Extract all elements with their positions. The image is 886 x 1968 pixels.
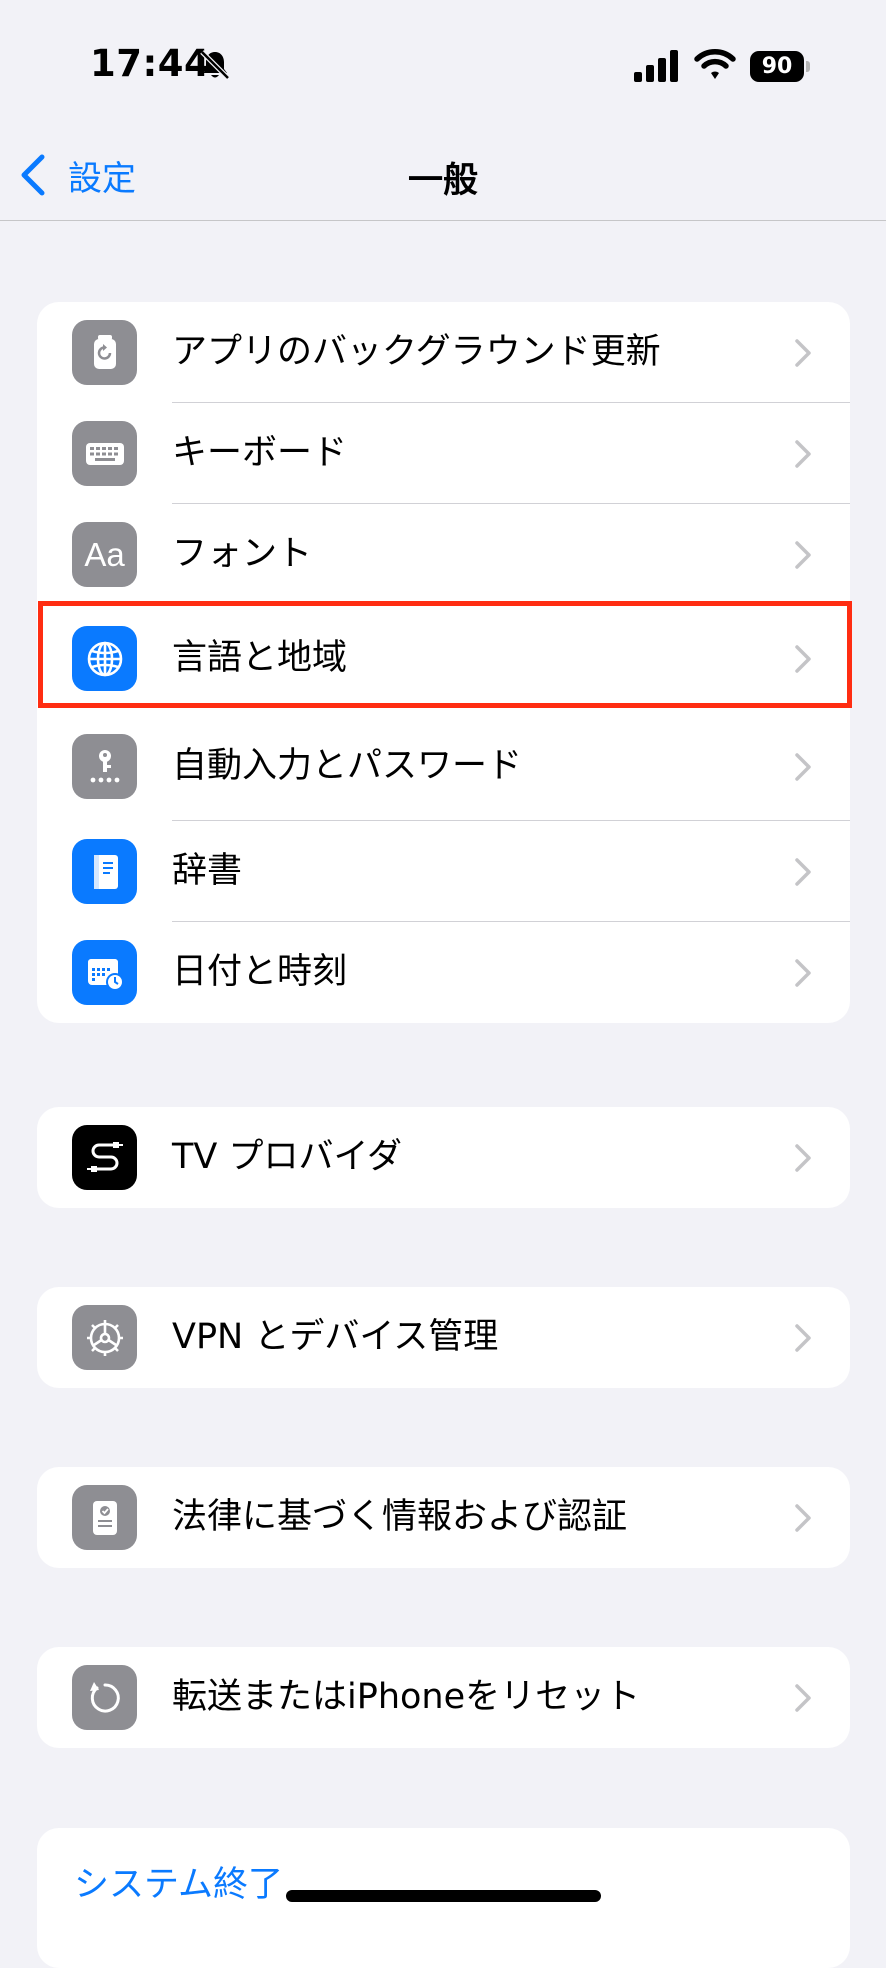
- chevron-right-icon: [795, 440, 811, 468]
- row-label: VPN とデバイス管理: [172, 1317, 499, 1357]
- row-label: 自動入力とパスワード: [172, 746, 523, 786]
- battery-level: 90: [750, 51, 804, 82]
- row-legal-regulatory[interactable]: 法律に基づく情報および認証: [37, 1467, 850, 1568]
- row-keyboard[interactable]: キーボード: [37, 403, 850, 504]
- battery-tip: [806, 61, 810, 72]
- shutdown-button[interactable]: システム終了: [74, 1856, 283, 1907]
- row-label: 転送またはiPhoneをリセット: [172, 1677, 641, 1717]
- globe-icon: [72, 626, 137, 691]
- row-fonts[interactable]: Aa フォント: [37, 504, 850, 605]
- chevron-right-icon: [795, 1504, 811, 1532]
- dictionary-book-icon: [72, 839, 137, 904]
- certificate-icon: [72, 1485, 137, 1550]
- row-transfer-reset-iphone[interactable]: 転送またはiPhoneをリセット: [37, 1647, 850, 1748]
- settings-group-reset: 転送またはiPhoneをリセット: [37, 1647, 850, 1748]
- row-label: キーボード: [172, 433, 348, 473]
- bell-slash-icon: [200, 50, 230, 80]
- row-label: 辞書: [172, 851, 243, 891]
- page-title: 一般: [407, 161, 478, 201]
- chevron-right-icon: [795, 1324, 811, 1352]
- row-label: TV プロバイダ: [172, 1137, 403, 1177]
- row-label: 法律に基づく情報および認証: [172, 1497, 628, 1537]
- navigation-bar: 設定 一般: [0, 130, 886, 221]
- row-date-time[interactable]: 日付と時刻: [37, 922, 850, 1023]
- gear-icon: [72, 1305, 137, 1370]
- home-indicator[interactable]: [286, 1890, 601, 1902]
- row-language-region[interactable]: 言語と地域: [37, 605, 850, 712]
- chevron-right-icon: [795, 959, 811, 987]
- status-bar: 17:44 90: [0, 0, 886, 130]
- row-tv-provider[interactable]: TV プロバイダ: [37, 1107, 850, 1208]
- chevron-right-icon: [795, 645, 811, 673]
- row-label: アプリのバックグラウンド更新: [172, 332, 661, 372]
- chevron-right-icon: [795, 541, 811, 569]
- row-dictionary[interactable]: 辞書: [37, 821, 850, 922]
- reset-arrow-icon: [72, 1665, 137, 1730]
- settings-group-general: アプリのバックグラウンド更新 キーボード Aa フォント 言語と地域 自動入力と…: [37, 302, 850, 1023]
- key-icon: [72, 734, 137, 799]
- row-vpn-device-management[interactable]: VPN とデバイス管理: [37, 1287, 850, 1388]
- chevron-right-icon: [795, 1684, 811, 1712]
- chevron-right-icon: [795, 1144, 811, 1172]
- background-refresh-icon: [72, 320, 137, 385]
- calendar-clock-icon: [72, 940, 137, 1005]
- wifi-icon: [694, 49, 736, 79]
- row-label: 言語と地域: [172, 638, 348, 678]
- cellular-signal-icon: [634, 50, 678, 82]
- row-label: 日付と時刻: [172, 952, 348, 992]
- row-autofill-passwords[interactable]: 自動入力とパスワード: [37, 712, 850, 821]
- status-time: 17:44: [90, 42, 211, 85]
- tv-provider-icon: [72, 1125, 137, 1190]
- font-icon-text: Aa: [84, 535, 125, 573]
- chevron-right-icon: [795, 858, 811, 886]
- chevron-right-icon: [795, 339, 811, 367]
- chevron-right-icon: [795, 753, 811, 781]
- settings-group-legal: 法律に基づく情報および認証: [37, 1467, 850, 1568]
- settings-group-tv-provider: TV プロバイダ: [37, 1107, 850, 1208]
- font-aa-icon: Aa: [72, 522, 137, 587]
- keyboard-icon: [72, 421, 137, 486]
- row-label: フォント: [172, 534, 313, 574]
- row-background-app-refresh[interactable]: アプリのバックグラウンド更新: [37, 302, 850, 403]
- battery-indicator: 90: [750, 51, 812, 82]
- settings-group-vpn: VPN とデバイス管理: [37, 1287, 850, 1388]
